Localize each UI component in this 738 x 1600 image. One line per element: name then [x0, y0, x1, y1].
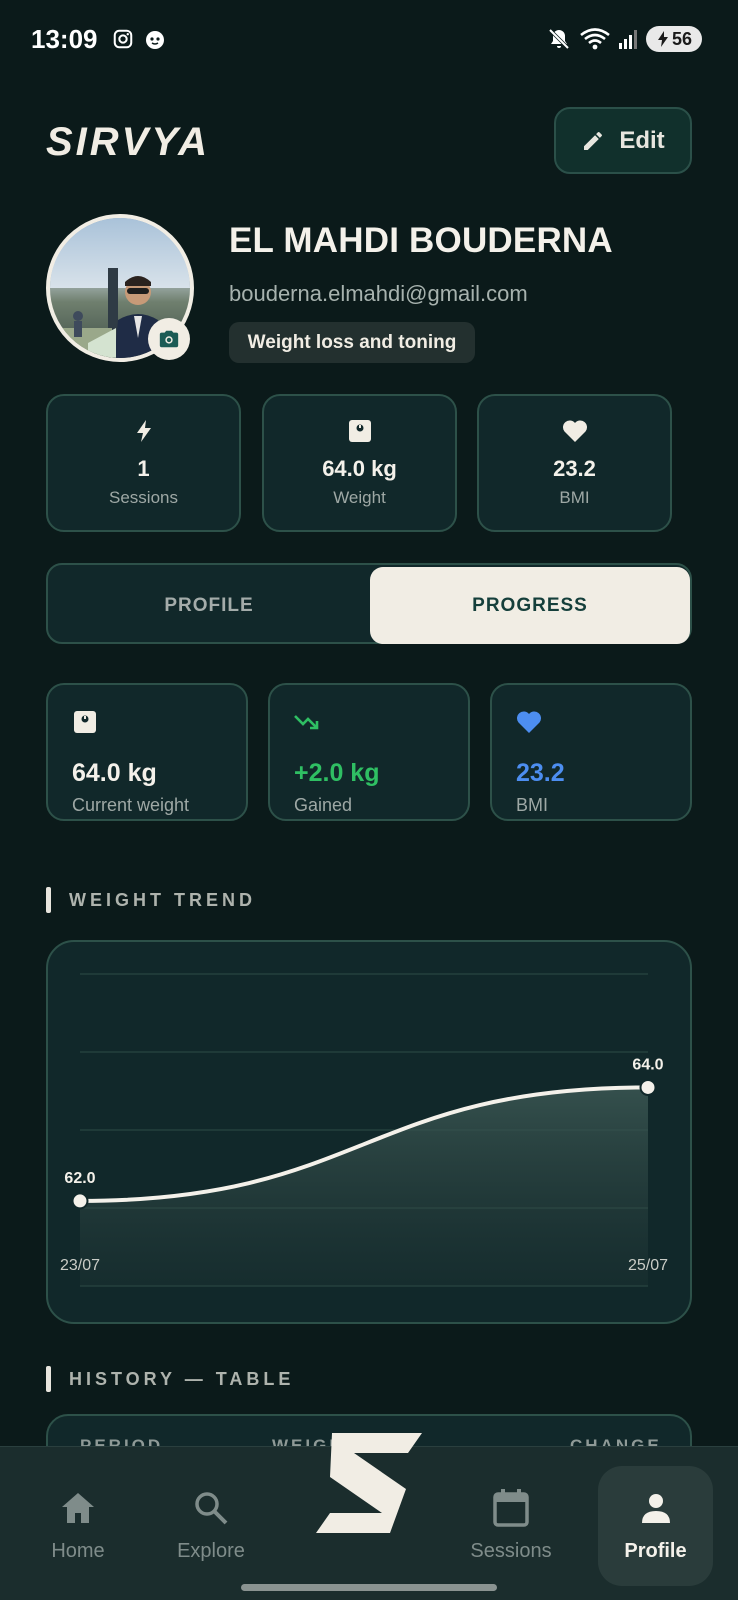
heart-icon: [516, 709, 542, 735]
metric-label: Gained: [294, 795, 353, 815]
battery-level: 56: [671, 28, 693, 49]
metric-value: 64.0 kg: [72, 759, 157, 787]
change-photo-button[interactable]: [148, 318, 190, 360]
center-logo-button[interactable]: [314, 1428, 424, 1538]
brand-logo: SIRVYA: [46, 120, 210, 164]
calendar-icon: [493, 1486, 529, 1530]
goal-chip: Weight loss and toning: [229, 322, 475, 363]
heart-icon: [562, 418, 588, 444]
brand-s-logo-icon: [316, 1433, 422, 1533]
battery-indicator: 56: [646, 26, 702, 52]
x-tick-label: 23/07: [60, 1257, 100, 1274]
home-icon: [60, 1486, 96, 1530]
nav-label: Explore: [177, 1540, 245, 1562]
edit-label: Edit: [619, 126, 665, 154]
status-time: 13:09: [31, 24, 98, 54]
nav-item-profile[interactable]: Profile: [598, 1466, 713, 1586]
nav-item-explore[interactable]: Explore: [151, 1466, 271, 1586]
person-icon: [640, 1486, 672, 1530]
stat-value: 23.2: [553, 456, 596, 481]
nav-label: Profile: [624, 1540, 687, 1562]
bolt-icon: [135, 418, 153, 444]
metric-card-gained: +2.0 kg Gained: [268, 683, 470, 821]
stat-label: BMI: [559, 488, 590, 507]
nav-item-sessions[interactable]: Sessions: [451, 1466, 571, 1586]
profile-email: bouderna.elmahdi@gmail.com: [229, 281, 528, 306]
profile-progress-tabs: PROFILE PROGRESS: [46, 563, 692, 644]
metric-card-current-weight: 64.0 kg Current weight: [46, 683, 248, 821]
stat-card-sessions: 1 Sessions: [46, 394, 241, 532]
nav-label: Sessions: [470, 1540, 552, 1562]
data-label: 64.0: [632, 1056, 663, 1073]
scale-icon: [348, 418, 372, 444]
data-point: [639, 1078, 657, 1096]
section-accent-bar: [46, 887, 51, 913]
series-area: [80, 1087, 648, 1286]
metric-card-bmi: 23.2 BMI: [490, 683, 692, 821]
wifi-icon: [578, 26, 612, 52]
tab-progress[interactable]: PROGRESS: [370, 567, 690, 644]
search-icon: [193, 1486, 229, 1530]
metric-value: 23.2: [516, 759, 565, 787]
history-title: HISTORY — TABLE: [69, 1369, 295, 1389]
weight-trend-chart: 62.0 64.0 23/07 25/07: [46, 940, 692, 1324]
home-indicator[interactable]: [241, 1584, 497, 1591]
metric-label: BMI: [516, 795, 549, 815]
stat-label: Weight: [333, 488, 386, 507]
section-accent-bar: [46, 1366, 51, 1392]
stat-value: 64.0 kg: [322, 456, 397, 481]
camera-icon: [159, 330, 179, 348]
x-tick-label: 25/07: [628, 1257, 668, 1274]
scale-icon: [72, 709, 98, 735]
notification-app-icon: [142, 26, 168, 52]
stat-label: Sessions: [109, 488, 178, 507]
data-point: [71, 1192, 89, 1210]
profile-name: EL MAHDI BOUDERNA: [229, 221, 613, 260]
battery-charging-icon: [657, 31, 668, 47]
pencil-icon: [584, 131, 603, 150]
signal-icon: [616, 26, 642, 52]
nav-label: Home: [51, 1540, 105, 1562]
stat-value: 1: [137, 456, 150, 481]
edit-profile-button[interactable]: Edit: [554, 107, 692, 174]
trending-icon: [294, 709, 320, 735]
data-label: 62.0: [64, 1170, 95, 1187]
instagram-icon: [110, 26, 136, 52]
weight-trend-svg: 62.0 64.0 23/07 25/07: [60, 973, 668, 1287]
weight-trend-title: WEIGHT TREND: [69, 890, 256, 910]
metric-value: +2.0 kg: [294, 759, 380, 787]
mute-icon: [546, 26, 572, 52]
stat-card-bmi: 23.2 BMI: [477, 394, 672, 532]
stat-card-weight: 64.0 kg Weight: [262, 394, 457, 532]
nav-item-home[interactable]: Home: [18, 1466, 138, 1586]
tab-profile[interactable]: PROFILE: [50, 567, 368, 644]
metric-label: Current weight: [72, 795, 190, 815]
